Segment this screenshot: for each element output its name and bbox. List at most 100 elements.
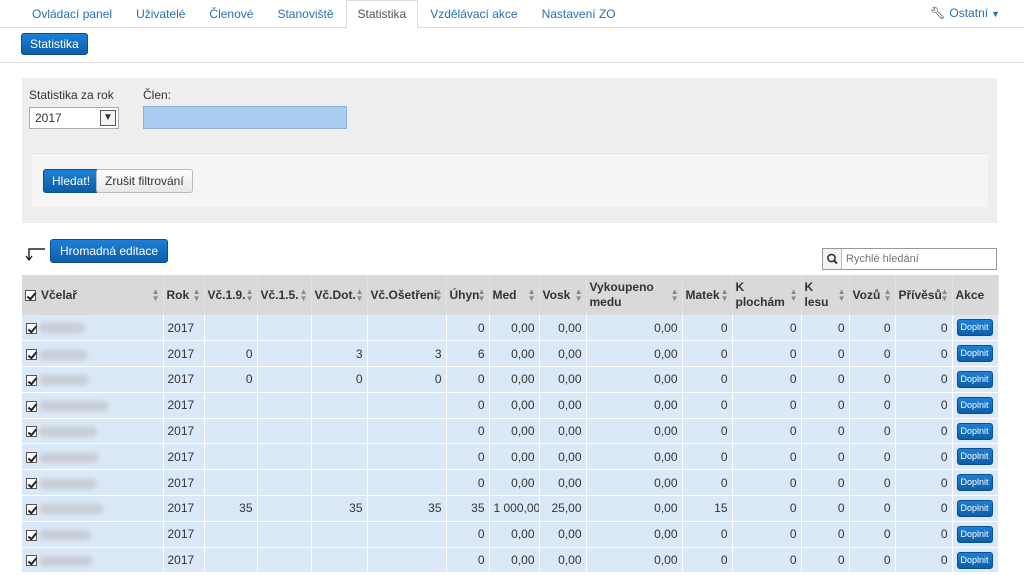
sort-icon[interactable]: ▲ ▼ bbox=[941, 288, 949, 303]
beekeeper-cell bbox=[22, 392, 164, 419]
cell-vos bbox=[367, 469, 447, 497]
member-input[interactable] bbox=[143, 106, 347, 129]
quick-search[interactable] bbox=[822, 248, 997, 270]
column-header[interactable]: Vozů ▲ ▼ bbox=[849, 275, 896, 315]
sort-icon[interactable]: ▲ ▼ bbox=[300, 288, 308, 303]
fill-in-button[interactable]: Doplnit bbox=[956, 448, 993, 466]
cell-vyk: 0,00 bbox=[586, 340, 683, 368]
row-checkbox[interactable] bbox=[26, 503, 37, 515]
column-header[interactable]: Včelař ▲ ▼ bbox=[22, 275, 164, 315]
nav-tab[interactable]: Nastavení ZO bbox=[530, 0, 628, 28]
cell-privesu: 0 bbox=[895, 521, 953, 548]
cell-vdot bbox=[311, 443, 368, 471]
fill-in-button[interactable]: Doplnit bbox=[956, 474, 993, 492]
sort-icon[interactable]: ▲ ▼ bbox=[193, 288, 201, 303]
sort-icon[interactable]: ▲ ▼ bbox=[838, 288, 846, 303]
table-row: 2017 0 0 0 0 0,00 0,00 0,00 0 0 0 0 0 Doplnit bbox=[22, 366, 999, 393]
nav-tab[interactable]: Členové bbox=[197, 0, 265, 28]
statistics-button[interactable]: Statistika bbox=[21, 33, 88, 55]
column-header[interactable]: Vosk ▲ ▼ bbox=[539, 275, 587, 315]
cell-kles: 0 bbox=[801, 340, 850, 368]
cell-privesu: 0 bbox=[895, 392, 953, 419]
row-checkbox[interactable] bbox=[26, 478, 37, 489]
row-checkbox[interactable] bbox=[26, 426, 37, 438]
fill-in-button[interactable]: Doplnit bbox=[956, 370, 993, 388]
cell-year: 2017 bbox=[163, 495, 205, 522]
cell-matek: 0 bbox=[682, 392, 733, 419]
column-header[interactable]: Med ▲ ▼ bbox=[489, 275, 540, 315]
row-checkbox[interactable] bbox=[26, 322, 37, 334]
cell-kpl: 0 bbox=[732, 392, 802, 419]
wrench-icon: 🔧︎ bbox=[930, 6, 946, 20]
cell-vozu: 0 bbox=[849, 469, 896, 497]
column-header[interactable]: Akce bbox=[952, 275, 999, 315]
cell-kles: 0 bbox=[801, 495, 850, 522]
column-header[interactable]: Přívěsů ▲ ▼ bbox=[895, 275, 953, 315]
fill-in-button[interactable]: Doplnit bbox=[956, 551, 993, 569]
sort-icon[interactable]: ▲ ▼ bbox=[478, 288, 486, 303]
sort-icon[interactable]: ▲ ▼ bbox=[152, 288, 160, 303]
year-select-value: 2017 bbox=[35, 111, 62, 125]
column-header[interactable]: Vč.1.5. ▲ ▼ bbox=[257, 275, 312, 315]
sort-icon[interactable]: ▲ ▼ bbox=[575, 288, 583, 303]
cell-vdot: 0 bbox=[311, 366, 368, 393]
nav-tab[interactable]: Stanoviště bbox=[265, 0, 345, 28]
sort-icon[interactable]: ▲ ▼ bbox=[246, 288, 254, 303]
clear-filter-button[interactable]: Zrušit filtrování bbox=[96, 169, 193, 193]
cell-vdot bbox=[311, 392, 368, 419]
cell-vozu: 0 bbox=[849, 340, 896, 368]
row-checkbox[interactable] bbox=[26, 400, 37, 412]
sort-icon[interactable]: ▲ ▼ bbox=[790, 288, 798, 303]
sort-icon[interactable]: ▲ ▼ bbox=[671, 288, 679, 303]
fill-in-button[interactable]: Doplnit bbox=[956, 319, 993, 337]
other-menu[interactable]: 🔧︎ Ostatní ▼ bbox=[930, 0, 1000, 28]
cell-v15 bbox=[257, 392, 312, 419]
column-header[interactable]: Vč.Dot. ▲ ▼ bbox=[311, 275, 368, 315]
column-header-label: Vč.1.5. bbox=[260, 287, 299, 302]
row-checkbox[interactable] bbox=[26, 349, 37, 361]
cell-vosk: 0,00 bbox=[539, 469, 587, 497]
sort-icon[interactable]: ▲ ▼ bbox=[884, 288, 892, 303]
bulk-edit-button[interactable]: Hromadná editace bbox=[50, 239, 169, 263]
nav-tab[interactable]: Uživatelé bbox=[124, 0, 197, 28]
column-header[interactable]: Vykoupeno medu ▲ ▼ bbox=[586, 275, 683, 315]
chevron-down-icon[interactable]: ▼ bbox=[100, 110, 116, 126]
cell-uhyn: 0 bbox=[446, 392, 490, 419]
action-cell: Doplnit bbox=[952, 392, 999, 419]
row-checkbox[interactable] bbox=[26, 374, 37, 386]
column-header[interactable]: Úhyn ▲ ▼ bbox=[446, 275, 490, 315]
cell-v19 bbox=[204, 315, 258, 342]
quick-search-input[interactable] bbox=[844, 250, 994, 268]
select-all-checkbox[interactable] bbox=[25, 289, 36, 301]
column-header[interactable]: Vč.Ošetřeni ▲ ▼ bbox=[367, 275, 447, 315]
column-header[interactable]: K plochám ▲ ▼ bbox=[732, 275, 802, 315]
nav-tab[interactable]: Vzdělávací akce bbox=[418, 0, 529, 28]
cell-year: 2017 bbox=[163, 521, 205, 548]
year-select[interactable]: 2017 ▼ bbox=[29, 107, 119, 129]
fill-in-button[interactable]: Doplnit bbox=[956, 396, 993, 414]
column-header[interactable]: Vč.1.9. ▲ ▼ bbox=[204, 275, 258, 315]
action-cell: Doplnit bbox=[952, 547, 999, 574]
column-header-label: Vč.Ošetřeni bbox=[370, 287, 438, 302]
search-button[interactable]: Hledat! bbox=[43, 169, 100, 193]
row-checkbox[interactable] bbox=[26, 555, 37, 567]
fill-in-button[interactable]: Doplnit bbox=[956, 499, 993, 517]
column-header[interactable]: Rok ▲ ▼ bbox=[163, 275, 205, 315]
sort-icon[interactable]: ▲ ▼ bbox=[356, 288, 364, 303]
column-header[interactable]: Matek ▲ ▼ bbox=[682, 275, 733, 315]
redacted-name bbox=[39, 530, 91, 541]
cell-uhyn: 0 bbox=[446, 469, 490, 497]
fill-in-button[interactable]: Doplnit bbox=[956, 525, 993, 543]
nav-tab[interactable]: Ovládací panel bbox=[20, 0, 124, 28]
column-header[interactable]: K lesu ▲ ▼ bbox=[801, 275, 850, 315]
row-checkbox[interactable] bbox=[26, 529, 37, 541]
fill-in-button[interactable]: Doplnit bbox=[956, 345, 993, 363]
beekeeper-cell bbox=[22, 315, 164, 342]
beekeeper-cell bbox=[22, 443, 164, 471]
sort-icon[interactable]: ▲ ▼ bbox=[721, 288, 729, 303]
row-checkbox[interactable] bbox=[26, 452, 37, 464]
fill-in-button[interactable]: Doplnit bbox=[956, 422, 993, 440]
sort-icon[interactable]: ▲ ▼ bbox=[528, 288, 536, 303]
nav-tab[interactable]: Statistika bbox=[345, 0, 419, 29]
sort-icon[interactable]: ▲ ▼ bbox=[435, 288, 443, 303]
